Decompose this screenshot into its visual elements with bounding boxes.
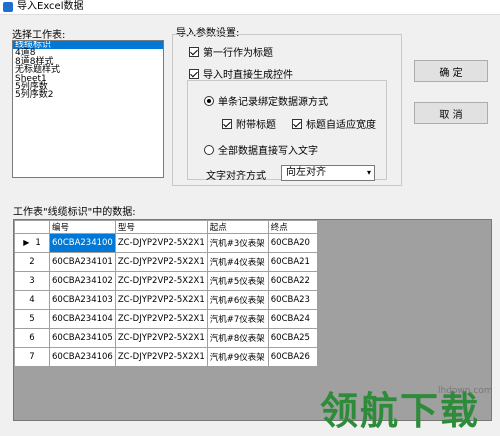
- radio-icon[interactable]: [204, 144, 214, 155]
- all-text-label: 全部数据直接写入文字: [218, 146, 318, 157]
- table-cell[interactable]: ZC-DJYP2VP2-5X2X1: [114, 290, 208, 310]
- checkbox-icon[interactable]: [189, 46, 199, 57]
- grid-caption: 工作表"线缆标识"中的数据:: [13, 207, 136, 218]
- attach-title-label: 附带标题: [236, 120, 276, 131]
- table-cell[interactable]: 汽机#9仪表架: [206, 347, 269, 367]
- single-bind-label: 单条记录绑定数据源方式: [218, 97, 328, 108]
- table-cell[interactable]: 60CBA25: [267, 328, 318, 348]
- table-row[interactable]: ▶ 1 60CBA234100 ZC-DJYP2VP2-5X2X1 汽机#3仪表架 60C…: [14, 233, 318, 253]
- watermark-url: lhdown.com: [438, 386, 493, 396]
- table-cell[interactable]: 60CBA234100: [49, 233, 116, 253]
- row-number: 5: [29, 314, 35, 324]
- text-align-select[interactable]: 向左对齐 ▾: [281, 165, 375, 181]
- row-header[interactable]: ▶ 1: [14, 233, 50, 253]
- row-header[interactable]: 4: [14, 290, 50, 310]
- checkbox-icon[interactable]: [292, 118, 302, 129]
- first-row-title-checkbox[interactable]: 第一行作为标题: [189, 44, 273, 59]
- table-row[interactable]: 3 60CBA234102 ZC-DJYP2VP2-5X2X1 汽机#5仪表架 60CB…: [14, 271, 318, 291]
- sheet-list-label: 选择工作表:: [12, 30, 66, 41]
- title-autowidth-label: 标题自适应宽度: [306, 120, 376, 131]
- attach-title-checkbox[interactable]: 附带标题: [222, 116, 276, 131]
- table-row[interactable]: 6 60CBA234105 ZC-DJYP2VP2-5X2X1 汽机#8仪表架 60CB…: [14, 328, 318, 348]
- table-cell[interactable]: 60CBA26: [267, 347, 318, 367]
- text-align-label: 文字对齐方式: [206, 171, 266, 182]
- table-cell[interactable]: ZC-DJYP2VP2-5X2X1: [114, 309, 208, 329]
- table-cell[interactable]: ZC-DJYP2VP2-5X2X1: [114, 233, 208, 253]
- sheet-list[interactable]: 线缆标识 4道8 8道8样式 无标题样式 Sheet1 5列序数 5列序数2: [12, 40, 164, 178]
- data-table: 编号 型号 起点 终点 ▶ 1 60CBA234100 ZC-DJYP2VP2-5X2…: [14, 220, 318, 367]
- row-number: 4: [29, 295, 35, 305]
- table-row[interactable]: 5 60CBA234104 ZC-DJYP2VP2-5X2X1 汽机#7仪表架 60CB…: [14, 309, 318, 329]
- app-icon: [3, 2, 13, 12]
- table-cell[interactable]: 60CBA234105: [49, 328, 116, 348]
- table-cell[interactable]: 汽机#8仪表架: [206, 328, 269, 348]
- table-cell[interactable]: 60CBA234106: [49, 347, 116, 367]
- generate-controls-checkbox[interactable]: 导入时直接生成控件: [189, 66, 293, 81]
- sheet-list-item[interactable]: 5列序数2: [13, 91, 163, 100]
- row-number: 1: [35, 238, 41, 248]
- first-row-title-label: 第一行作为标题: [203, 48, 273, 59]
- table-cell[interactable]: ZC-DJYP2VP2-5X2X1: [114, 347, 208, 367]
- table-row[interactable]: 4 60CBA234103 ZC-DJYP2VP2-5X2X1 汽机#6仪表架 60CB…: [14, 290, 318, 310]
- title-bar: 导入Excel数据: [0, 0, 500, 15]
- table-cell[interactable]: 汽机#6仪表架: [206, 290, 269, 310]
- row-header[interactable]: 7: [14, 347, 50, 367]
- table-cell[interactable]: ZC-DJYP2VP2-5X2X1: [114, 271, 208, 291]
- table-cell[interactable]: 60CBA234102: [49, 271, 116, 291]
- checkbox-icon[interactable]: [222, 118, 232, 129]
- column-header[interactable]: 起点: [206, 220, 269, 234]
- generate-controls-label: 导入时直接生成控件: [203, 70, 293, 81]
- row-header[interactable]: 6: [14, 328, 50, 348]
- column-header[interactable]: 型号: [114, 220, 208, 234]
- table-cell[interactable]: 60CBA24: [267, 309, 318, 329]
- row-header[interactable]: 3: [14, 271, 50, 291]
- column-header[interactable]: 终点: [267, 220, 318, 234]
- row-header-corner: [14, 220, 50, 234]
- header-row: 编号 型号 起点 终点: [14, 220, 318, 234]
- table-cell[interactable]: 60CBA22: [267, 271, 318, 291]
- table-cell[interactable]: 汽机#4仪表架: [206, 252, 269, 272]
- single-bind-radio[interactable]: 单条记录绑定数据源方式: [204, 93, 328, 108]
- ok-button[interactable]: 确 定: [414, 60, 488, 82]
- table-cell[interactable]: 60CBA23: [267, 290, 318, 310]
- title-autowidth-checkbox[interactable]: 标题自适应宽度: [292, 116, 376, 131]
- table-row[interactable]: 2 60CBA234101 ZC-DJYP2VP2-5X2X1 汽机#4仪表架 60CB…: [14, 252, 318, 272]
- table-cell[interactable]: 60CBA234103: [49, 290, 116, 310]
- chevron-down-icon[interactable]: ▾: [367, 166, 371, 180]
- sheet-list-item[interactable]: 线缆标识: [13, 41, 163, 50]
- cancel-button[interactable]: 取 消: [414, 102, 488, 124]
- table-cell[interactable]: 汽机#7仪表架: [206, 309, 269, 329]
- table-cell[interactable]: 60CBA234101: [49, 252, 116, 272]
- table-cell[interactable]: 汽机#3仪表架: [206, 233, 269, 253]
- table-cell[interactable]: 60CBA20: [267, 233, 318, 253]
- row-indicator-icon: ▶: [23, 238, 30, 247]
- table-cell[interactable]: 60CBA21: [267, 252, 318, 272]
- row-header[interactable]: 5: [14, 309, 50, 329]
- all-text-radio[interactable]: 全部数据直接写入文字: [204, 142, 318, 157]
- checkbox-icon[interactable]: [189, 68, 199, 79]
- row-header[interactable]: 2: [14, 252, 50, 272]
- radio-icon[interactable]: [204, 95, 214, 106]
- row-number: 3: [29, 276, 35, 286]
- table-cell[interactable]: ZC-DJYP2VP2-5X2X1: [114, 252, 208, 272]
- row-number: 7: [29, 352, 35, 362]
- table-cell[interactable]: ZC-DJYP2VP2-5X2X1: [114, 328, 208, 348]
- table-cell[interactable]: 60CBA234104: [49, 309, 116, 329]
- table-row[interactable]: 7 60CBA234106 ZC-DJYP2VP2-5X2X1 汽机#9仪表架 60CB…: [14, 347, 318, 367]
- row-number: 2: [29, 257, 35, 267]
- text-align-value: 向左对齐: [286, 167, 326, 178]
- row-number: 6: [29, 333, 35, 343]
- window-title: 导入Excel数据: [17, 1, 84, 12]
- table-cell[interactable]: 汽机#5仪表架: [206, 271, 269, 291]
- column-header[interactable]: 编号: [49, 220, 116, 234]
